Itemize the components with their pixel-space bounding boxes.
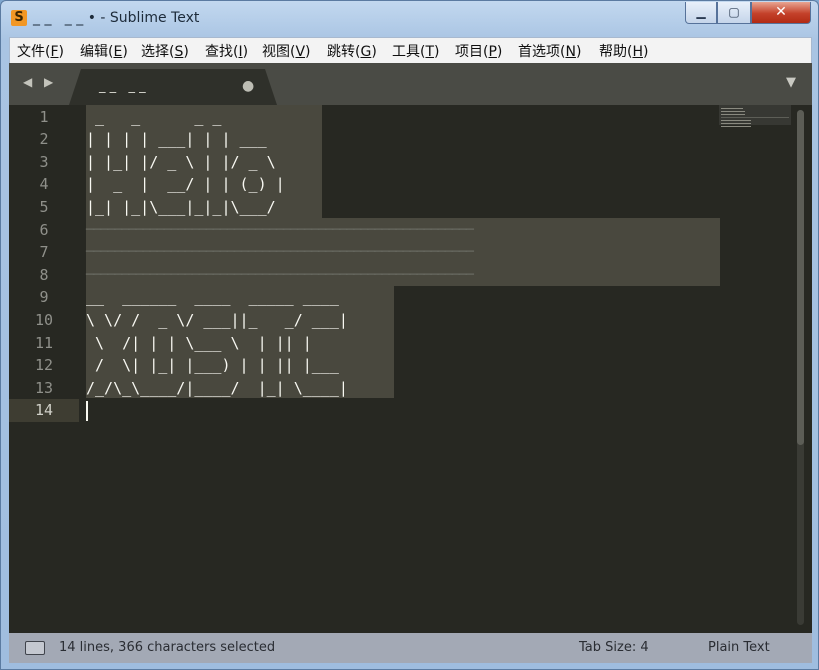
- menu-project[interactable]: 项目(P): [455, 41, 502, 61]
- tab-list-dropdown-icon[interactable]: ▼: [786, 75, 796, 90]
- minimap-line: [721, 126, 751, 127]
- tab-untitled[interactable]: _ _ _ _ ●: [69, 69, 277, 105]
- line-number: 10: [34, 310, 54, 329]
- minimize-button[interactable]: ▁: [685, 2, 717, 24]
- editor-area[interactable]: 1 2 3 4 5 6 7 8 9 10 11 12 13 14 _ _ _ _…: [9, 105, 812, 633]
- line-number: 13: [34, 378, 54, 397]
- menu-preferences[interactable]: 首选项(N): [518, 41, 581, 61]
- tab-title: _ _ _ _: [99, 79, 146, 94]
- code-line: | | | | ___| | | ___: [86, 130, 312, 149]
- code-line: \ \/ / _ \/ ___||_ _/ ___|: [86, 310, 348, 329]
- menu-view[interactable]: 视图(V): [262, 41, 311, 61]
- line-number: 1: [39, 107, 49, 126]
- tab-bar: ◀ ▶ _ _ _ _ ● ▼: [9, 63, 812, 105]
- code-line: |_| |_|\___|_|_|\___/: [86, 197, 312, 216]
- code-line: \ /| | | \___ \ | || |: [86, 333, 348, 352]
- code-line: /_/\_\____/|____/ |_| \____|: [86, 378, 348, 397]
- code-line: _ _ _ _: [86, 107, 312, 126]
- scrollbar-thumb[interactable]: [797, 110, 804, 445]
- menu-file[interactable]: 文件(F): [17, 41, 64, 61]
- line-number: 8: [39, 265, 49, 284]
- code-line: | |_| |/ _ \ | |/ _ \: [86, 152, 312, 171]
- sublime-window: S _ _ _ _ • - Sublime Text ▁ ▢ ✕ 文件(F) 编…: [0, 0, 819, 670]
- minimap-line: [721, 114, 745, 115]
- line-number: 11: [34, 333, 54, 352]
- line-number: 4: [39, 175, 49, 194]
- minimap-line: [721, 120, 751, 121]
- line-number-current: 14: [9, 399, 79, 422]
- menu-selection[interactable]: 选择(S): [141, 41, 189, 61]
- panel-toggle-icon[interactable]: [25, 641, 45, 655]
- code-line: ────────────────────────────────────────…: [86, 221, 474, 238]
- maximize-button[interactable]: ▢: [717, 2, 751, 24]
- line-number: 2: [39, 130, 49, 149]
- code-line: ────────────────────────────────────────…: [86, 266, 474, 283]
- minimap-line: [721, 123, 751, 124]
- line-number: 9: [39, 288, 49, 307]
- tab-nav-arrows-icon[interactable]: ◀ ▶: [23, 75, 57, 89]
- sublime-logo-icon: S: [11, 10, 27, 26]
- code-line: __ ______ ____ _____ ____: [86, 288, 348, 307]
- selection-status: 14 lines, 366 characters selected: [59, 640, 276, 655]
- code-line: / \| |_| |___) | | || |___: [86, 356, 348, 375]
- minimap[interactable]: [719, 105, 794, 145]
- minimap-line: [721, 117, 789, 118]
- line-number: 6: [39, 220, 49, 239]
- minimap-line: [721, 111, 745, 112]
- tab-size-status[interactable]: Tab Size: 4: [579, 640, 649, 655]
- menu-goto[interactable]: 跳转(G): [327, 41, 377, 61]
- text-cursor: [86, 401, 88, 421]
- code-line: ────────────────────────────────────────…: [86, 244, 474, 261]
- menu-tools[interactable]: 工具(T): [392, 41, 440, 61]
- status-bar: 14 lines, 366 characters selected Tab Si…: [9, 633, 812, 663]
- line-number: 3: [39, 152, 49, 171]
- menu-help[interactable]: 帮助(H): [599, 41, 648, 61]
- unsaved-dot-icon[interactable]: ●: [242, 78, 254, 94]
- syntax-status[interactable]: Plain Text: [708, 640, 770, 655]
- code-line: | _ | __/ | | (_) |: [86, 175, 312, 194]
- line-number: 5: [39, 197, 49, 216]
- minimap-line: [721, 108, 743, 109]
- menu-bar: 文件(F) 编辑(E) 选择(S) 查找(I) 视图(V) 跳转(G) 工具(T…: [9, 37, 812, 63]
- vertical-scrollbar[interactable]: [797, 110, 804, 625]
- line-number: 12: [34, 356, 54, 375]
- close-button[interactable]: ✕: [751, 2, 811, 24]
- menu-find[interactable]: 查找(I): [205, 41, 248, 61]
- window-title: _ _ _ _ • - Sublime Text: [33, 10, 200, 26]
- title-bar[interactable]: S _ _ _ _ • - Sublime Text ▁ ▢ ✕: [1, 1, 818, 37]
- line-number: 7: [39, 243, 49, 262]
- menu-edit[interactable]: 编辑(E): [80, 41, 128, 61]
